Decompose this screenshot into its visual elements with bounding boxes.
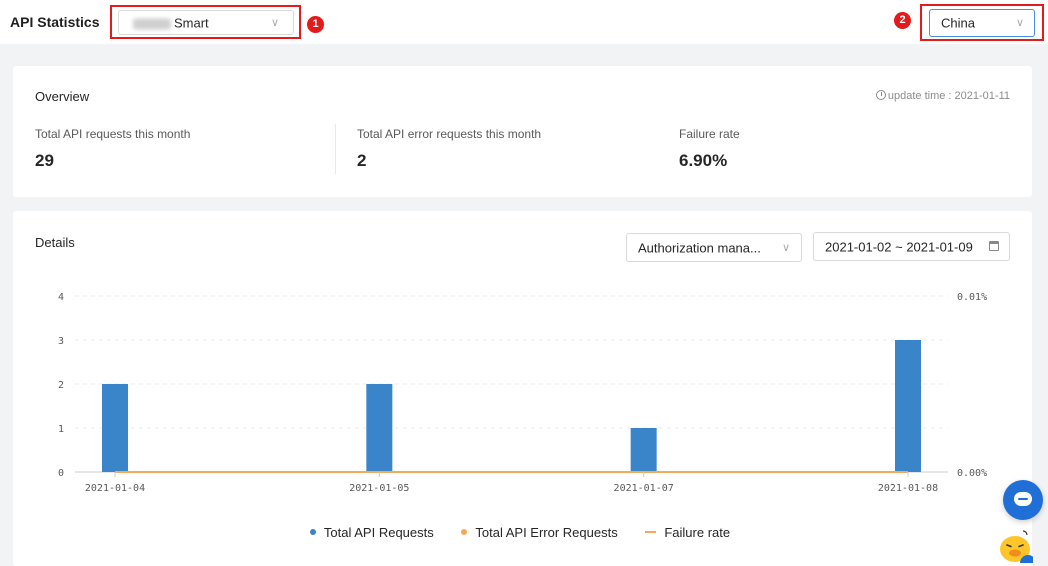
legend-marker-line bbox=[645, 531, 657, 533]
legend-marker-dot bbox=[309, 529, 316, 535]
details-card: Details Authorization mana... ∨ 2021-01-… bbox=[13, 211, 1032, 566]
date-range-picker[interactable]: 2021-01-02 ~ 2021-01-09 bbox=[813, 232, 1010, 261]
api-select[interactable]: Authorization mana... ∨ bbox=[626, 233, 802, 262]
chevron-down-icon: ∨ bbox=[781, 241, 790, 254]
stat-value-total-requests: 29 bbox=[35, 151, 54, 170]
date-range-value: 2021-01-02 ~ 2021-01-09 bbox=[825, 239, 973, 254]
stat-label-error-requests: Total API error requests this month bbox=[357, 127, 542, 141]
region-select[interactable]: China ∨ bbox=[929, 9, 1035, 37]
legend-item-failure-rate[interactable]: Failure rate bbox=[645, 525, 730, 540]
stat-label-total-requests: Total API requests this month bbox=[35, 127, 191, 141]
clock-icon bbox=[875, 90, 886, 100]
top-bar: API Statistics Smart ∨ 1 2 China ∨ bbox=[0, 0, 1048, 44]
legend-label-errors: Total API Error Requests bbox=[475, 525, 618, 540]
annotation-badge-1: 1 bbox=[307, 16, 324, 33]
update-time: update time : 2021-01-11 bbox=[875, 90, 1010, 102]
legend-item-errors[interactable]: Total API Error Requests bbox=[461, 525, 618, 540]
legend-item-total[interactable]: Total API Requests bbox=[309, 525, 434, 540]
overview-card: Overview update time : 2021-01-11 Total … bbox=[13, 66, 1032, 197]
page-title: API Statistics bbox=[10, 14, 100, 30]
api-select-value: Authorization mana... bbox=[638, 240, 761, 255]
legend-label-total: Total API Requests bbox=[323, 525, 434, 540]
calendar-icon bbox=[989, 241, 999, 251]
app-select-value: Smart bbox=[174, 15, 209, 30]
stat-label-failure-rate: Failure rate bbox=[679, 127, 740, 141]
chart-legend: Total API Requests Total API Error Reque… bbox=[0, 525, 1040, 540]
app-select[interactable]: Smart ∨ bbox=[118, 10, 294, 35]
details-title: Details bbox=[35, 235, 75, 250]
redacted-text bbox=[133, 18, 171, 30]
legend-marker-dot bbox=[461, 529, 468, 535]
duck-mascot-icon[interactable] bbox=[997, 527, 1033, 563]
stat-value-error-requests: 2 bbox=[357, 151, 367, 170]
chat-bubble-icon[interactable] bbox=[1003, 480, 1043, 520]
chevron-down-icon: ∨ bbox=[1015, 16, 1024, 29]
stat-value-failure-rate: 6.90% bbox=[679, 151, 728, 170]
region-select-value: China bbox=[941, 15, 975, 31]
overview-title: Overview bbox=[35, 89, 90, 104]
divider bbox=[335, 124, 336, 174]
legend-label-failure-rate: Failure rate bbox=[664, 525, 731, 540]
annotation-badge-2: 2 bbox=[894, 12, 911, 29]
chevron-down-icon: ∨ bbox=[270, 16, 279, 29]
